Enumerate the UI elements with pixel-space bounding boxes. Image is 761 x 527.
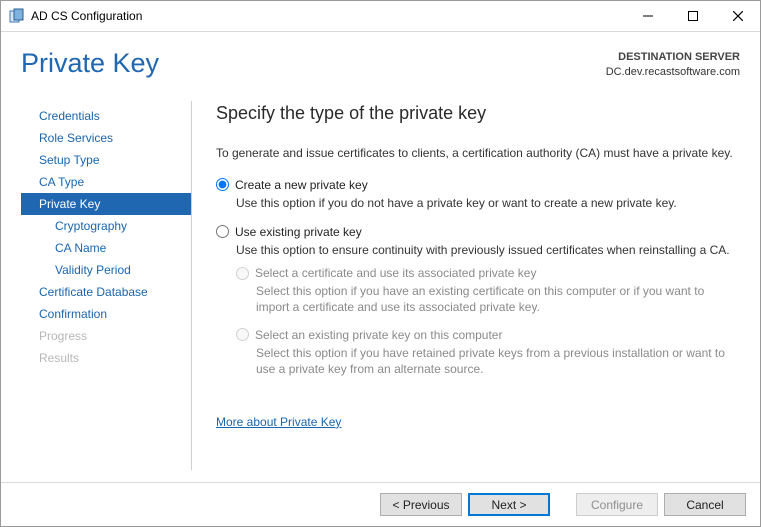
wizard-footer: < Previous Next > Configure Cancel: [1, 482, 760, 526]
destination-label: DESTINATION SERVER: [606, 50, 740, 65]
suboption-select-existing-key-label: Select an existing private key on this c…: [255, 328, 502, 342]
step-role-services[interactable]: Role Services: [21, 127, 191, 149]
option-create-new-key-label: Create a new private key: [235, 178, 368, 192]
step-ca-type[interactable]: CA Type: [21, 171, 191, 193]
step-progress: Progress: [21, 325, 191, 347]
more-about-link[interactable]: More about Private Key: [216, 415, 341, 429]
radio-select-certificate: [236, 267, 249, 280]
suboption-select-certificate: Select a certificate and use its associa…: [236, 266, 736, 280]
step-results: Results: [21, 347, 191, 369]
titlebar: AD CS Configuration: [1, 1, 760, 32]
maximize-button[interactable]: [670, 2, 715, 31]
suboption-select-certificate-desc: Select this option if you have an existi…: [256, 283, 736, 315]
step-cryptography[interactable]: Cryptography: [21, 215, 191, 237]
destination-server: DC.dev.recastsoftware.com: [606, 65, 740, 80]
destination-info: DESTINATION SERVER DC.dev.recastsoftware…: [606, 48, 740, 81]
cancel-button[interactable]: Cancel: [664, 493, 746, 516]
radio-create-new-key[interactable]: [216, 178, 229, 191]
step-private-key[interactable]: Private Key: [21, 193, 191, 215]
step-confirmation[interactable]: Confirmation: [21, 303, 191, 325]
suboption-select-existing-key: Select an existing private key on this c…: [236, 328, 736, 342]
radio-select-existing-key: [236, 328, 249, 341]
window-title: AD CS Configuration: [31, 9, 142, 23]
step-setup-type[interactable]: Setup Type: [21, 149, 191, 171]
header-row: Private Key DESTINATION SERVER DC.dev.re…: [21, 48, 740, 81]
step-credentials[interactable]: Credentials: [21, 105, 191, 127]
close-button[interactable]: [715, 2, 760, 31]
previous-button[interactable]: < Previous: [380, 493, 462, 516]
radio-use-existing-key[interactable]: [216, 225, 229, 238]
step-certificate-database[interactable]: Certificate Database: [21, 281, 191, 303]
option-use-existing-key-desc: Use this option to ensure continuity wit…: [236, 242, 736, 258]
step-validity-period[interactable]: Validity Period: [21, 259, 191, 281]
next-button[interactable]: Next >: [468, 493, 550, 516]
minimize-button[interactable]: [625, 2, 670, 31]
wizard-steps: Credentials Role Services Setup Type CA …: [21, 101, 192, 470]
intro-text: To generate and issue certificates to cl…: [216, 146, 736, 160]
suboption-select-existing-key-desc: Select this option if you have retained …: [256, 345, 736, 377]
app-icon: [9, 8, 25, 24]
option-create-new-key-desc: Use this option if you do not have a pri…: [236, 195, 736, 211]
option-create-new-key[interactable]: Create a new private key: [216, 178, 736, 192]
columns: Credentials Role Services Setup Type CA …: [21, 101, 740, 470]
wizard-body: Private Key DESTINATION SERVER DC.dev.re…: [1, 32, 760, 482]
page-title: Private Key: [21, 48, 159, 79]
option-use-existing-key-label: Use existing private key: [235, 225, 362, 239]
configure-button: Configure: [576, 493, 658, 516]
wizard-window: AD CS Configuration Private Key DESTINAT…: [0, 0, 761, 527]
option-use-existing-key[interactable]: Use existing private key: [216, 225, 736, 239]
step-ca-name[interactable]: CA Name: [21, 237, 191, 259]
main-panel: Specify the type of the private key To g…: [192, 101, 740, 470]
suboption-select-certificate-label: Select a certificate and use its associa…: [255, 266, 536, 280]
section-heading: Specify the type of the private key: [216, 103, 736, 124]
